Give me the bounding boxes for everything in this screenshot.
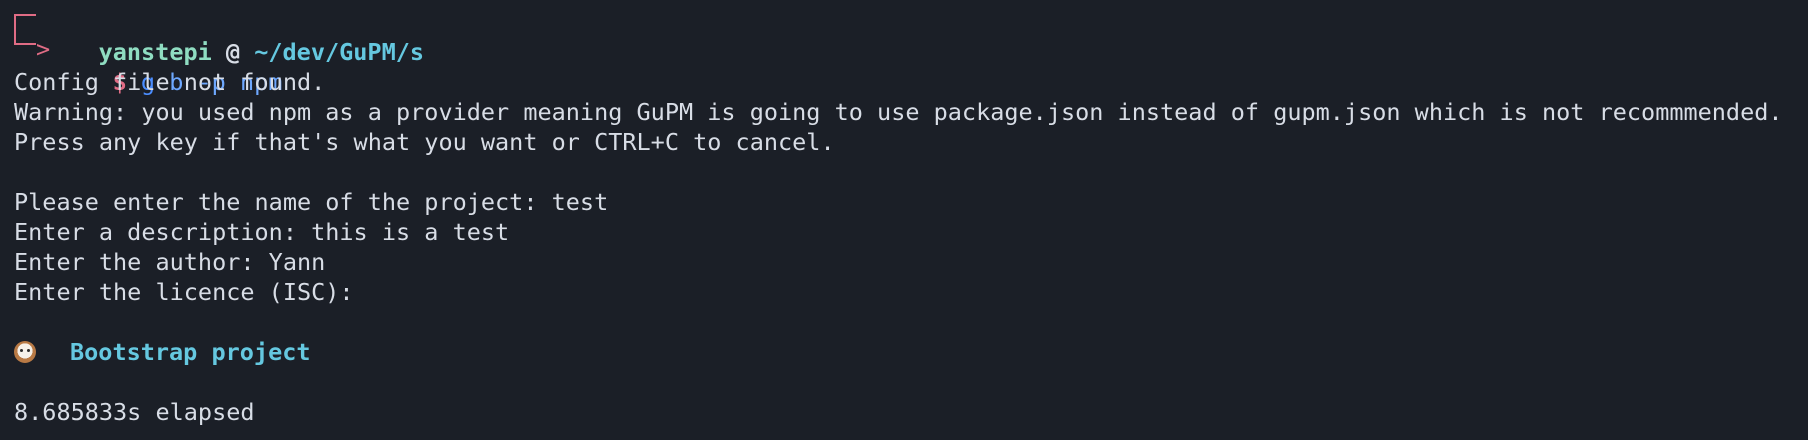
prompt-header: yanstepi @ ~/dev/GuPM/s <box>0 7 1808 66</box>
project-name-line: Please enter the name of the project: te… <box>14 188 609 216</box>
warning-line: Warning: you used npm as a provider mean… <box>14 98 1783 126</box>
author-line: Enter the author: Yann <box>14 248 326 276</box>
command-line[interactable]: $ g b -p npm <box>0 37 1808 96</box>
licence-line: Enter the licence (ISC): <box>14 278 354 306</box>
bootstrap-project-line: Bootstrap project <box>0 337 1808 367</box>
terminal-window[interactable]: > yanstepi @ ~/dev/GuPM/s $ g b -p npm C… <box>0 0 1808 440</box>
config-not-found-line: Config file not found. <box>14 68 326 96</box>
bootstrap-project-title: Bootstrap project <box>70 338 311 366</box>
press-any-key-line: Press any key if that's what you want or… <box>14 128 835 156</box>
elapsed-time-line: 8.685833s elapsed <box>14 398 255 426</box>
dog-emoji-icon <box>14 341 36 363</box>
description-line: Enter a description: this is a test <box>14 218 510 246</box>
